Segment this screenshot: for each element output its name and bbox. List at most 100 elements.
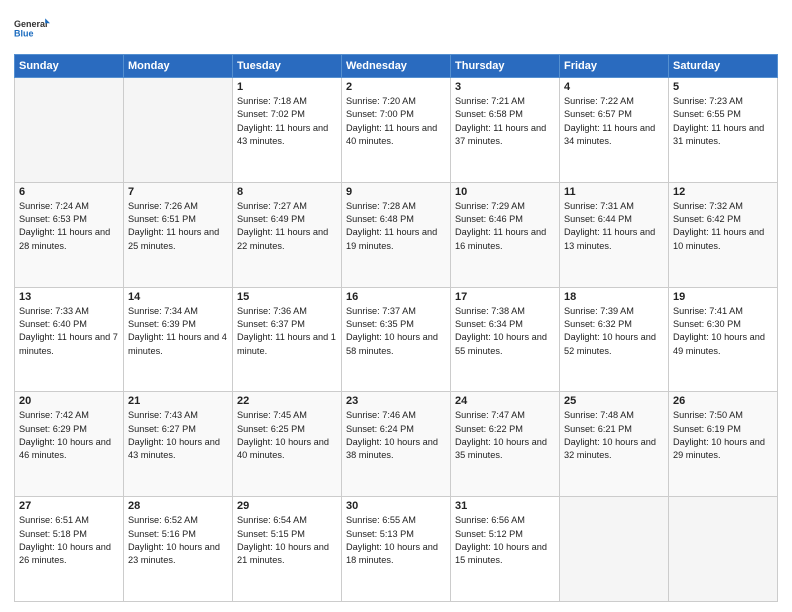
day-info: Sunrise: 7:29 AMSunset: 6:46 PMDaylight:… [455, 200, 555, 253]
calendar-week-row: 20 Sunrise: 7:42 AMSunset: 6:29 PMDayligh… [15, 392, 778, 497]
day-number: 1 [237, 81, 337, 93]
weekday-header: Wednesday [342, 55, 451, 78]
day-number: 13 [19, 291, 119, 303]
calendar-table: SundayMondayTuesdayWednesdayThursdayFrid… [14, 54, 778, 602]
calendar-day-cell: 9 Sunrise: 7:28 AMSunset: 6:48 PMDaylight… [342, 182, 451, 287]
day-number: 30 [346, 500, 446, 512]
weekday-header: Friday [560, 55, 669, 78]
day-number: 2 [346, 81, 446, 93]
calendar-day-cell: 17Sunrise: 7:38 AMSunset: 6:34 PMDayligh… [451, 287, 560, 392]
calendar-day-cell: 21 Sunrise: 7:43 AMSunset: 6:27 PMDayligh… [124, 392, 233, 497]
day-number: 9 [346, 186, 446, 198]
weekday-header: Tuesday [233, 55, 342, 78]
calendar-day-cell: 30 Sunrise: 6:55 AMSunset: 5:13 PMDayligh… [342, 497, 451, 602]
calendar-day-cell: 20 Sunrise: 7:42 AMSunset: 6:29 PMDayligh… [15, 392, 124, 497]
svg-text:Blue: Blue [14, 28, 34, 38]
day-number: 31 [455, 500, 555, 512]
day-number: 21 [128, 395, 228, 407]
calendar-day-cell: 16Sunrise: 7:37 AMSunset: 6:35 PMDayligh… [342, 287, 451, 392]
calendar-day-cell: 13Sunrise: 7:33 AMSunset: 6:40 PMDayligh… [15, 287, 124, 392]
calendar-day-cell [669, 497, 778, 602]
day-number: 4 [564, 81, 664, 93]
calendar-day-cell: 19 Sunrise: 7:41 AMSunset: 6:30 PMDayligh… [669, 287, 778, 392]
day-number: 3 [455, 81, 555, 93]
day-info: Sunrise: 7:37 AMSunset: 6:35 PMDaylight:… [346, 305, 446, 358]
day-info: Sunrise: 6:56 AMSunset: 5:12 PMDaylight:… [455, 514, 555, 567]
day-info: Sunrise: 7:48 AMSunset: 6:21 PMDaylight:… [564, 409, 664, 462]
day-number: 7 [128, 186, 228, 198]
calendar-week-row: 27Sunrise: 6:51 AMSunset: 5:18 PMDayligh… [15, 497, 778, 602]
day-info: Sunrise: 7:36 AMSunset: 6:37 PMDaylight:… [237, 305, 337, 358]
day-info: Sunrise: 7:41 AMSunset: 6:30 PMDaylight:… [673, 305, 773, 358]
day-info: Sunrise: 7:42 AMSunset: 6:29 PMDaylight:… [19, 409, 119, 462]
calendar-day-cell: 12 Sunrise: 7:32 AMSunset: 6:42 PMDayligh… [669, 182, 778, 287]
day-number: 29 [237, 500, 337, 512]
day-info: Sunrise: 7:32 AMSunset: 6:42 PMDaylight:… [673, 200, 773, 253]
day-info: Sunrise: 7:22 AMSunset: 6:57 PMDaylight:… [564, 95, 664, 148]
calendar-day-cell: 1 Sunrise: 7:18 AMSunset: 7:02 PMDaylight… [233, 78, 342, 183]
day-number: 20 [19, 395, 119, 407]
day-info: Sunrise: 7:26 AMSunset: 6:51 PMDaylight:… [128, 200, 228, 253]
day-info: Sunrise: 7:18 AMSunset: 7:02 PMDaylight:… [237, 95, 337, 148]
day-number: 15 [237, 291, 337, 303]
calendar-day-cell: 28 Sunrise: 6:52 AMSunset: 5:16 PMDayligh… [124, 497, 233, 602]
day-info: Sunrise: 7:23 AMSunset: 6:55 PMDaylight:… [673, 95, 773, 148]
calendar-week-row: 1 Sunrise: 7:18 AMSunset: 7:02 PMDaylight… [15, 78, 778, 183]
day-info: Sunrise: 7:46 AMSunset: 6:24 PMDaylight:… [346, 409, 446, 462]
calendar-week-row: 13Sunrise: 7:33 AMSunset: 6:40 PMDayligh… [15, 287, 778, 392]
calendar-day-cell: 26 Sunrise: 7:50 AMSunset: 6:19 PMDayligh… [669, 392, 778, 497]
day-number: 22 [237, 395, 337, 407]
weekday-header: Sunday [15, 55, 124, 78]
day-info: Sunrise: 7:45 AMSunset: 6:25 PMDaylight:… [237, 409, 337, 462]
day-number: 23 [346, 395, 446, 407]
day-number: 24 [455, 395, 555, 407]
weekday-header: Monday [124, 55, 233, 78]
calendar-day-cell: 2 Sunrise: 7:20 AMSunset: 7:00 PMDaylight… [342, 78, 451, 183]
day-info: Sunrise: 7:20 AMSunset: 7:00 PMDaylight:… [346, 95, 446, 148]
day-info: Sunrise: 7:24 AMSunset: 6:53 PMDaylight:… [19, 200, 119, 253]
calendar-day-cell: 18 Sunrise: 7:39 AMSunset: 6:32 PMDayligh… [560, 287, 669, 392]
calendar-day-cell: 10 Sunrise: 7:29 AMSunset: 6:46 PMDayligh… [451, 182, 560, 287]
calendar-day-cell: 23 Sunrise: 7:46 AMSunset: 6:24 PMDayligh… [342, 392, 451, 497]
day-number: 19 [673, 291, 773, 303]
calendar-day-cell [560, 497, 669, 602]
calendar-week-row: 6 Sunrise: 7:24 AMSunset: 6:53 PMDaylight… [15, 182, 778, 287]
day-number: 6 [19, 186, 119, 198]
day-number: 26 [673, 395, 773, 407]
day-number: 11 [564, 186, 664, 198]
calendar-day-cell: 5 Sunrise: 7:23 AMSunset: 6:55 PMDaylight… [669, 78, 778, 183]
day-number: 5 [673, 81, 773, 93]
day-info: Sunrise: 7:39 AMSunset: 6:32 PMDaylight:… [564, 305, 664, 358]
calendar-day-cell: 15 Sunrise: 7:36 AMSunset: 6:37 PMDayligh… [233, 287, 342, 392]
calendar-day-cell: 29 Sunrise: 6:54 AMSunset: 5:15 PMDayligh… [233, 497, 342, 602]
calendar-day-cell: 27Sunrise: 6:51 AMSunset: 5:18 PMDayligh… [15, 497, 124, 602]
logo-svg: General Blue [14, 10, 50, 46]
day-number: 14 [128, 291, 228, 303]
page: General Blue SundayMondayTuesdayWednesda… [0, 0, 792, 612]
calendar-day-cell: 25Sunrise: 7:48 AMSunset: 6:21 PMDayligh… [560, 392, 669, 497]
calendar-day-cell: 22 Sunrise: 7:45 AMSunset: 6:25 PMDayligh… [233, 392, 342, 497]
day-info: Sunrise: 7:34 AMSunset: 6:39 PMDaylight:… [128, 305, 228, 358]
day-info: Sunrise: 7:50 AMSunset: 6:19 PMDaylight:… [673, 409, 773, 462]
calendar-day-cell: 11Sunrise: 7:31 AMSunset: 6:44 PMDayligh… [560, 182, 669, 287]
day-number: 28 [128, 500, 228, 512]
day-number: 10 [455, 186, 555, 198]
day-info: Sunrise: 6:52 AMSunset: 5:16 PMDaylight:… [128, 514, 228, 567]
logo: General Blue [14, 10, 50, 46]
day-info: Sunrise: 6:55 AMSunset: 5:13 PMDaylight:… [346, 514, 446, 567]
day-info: Sunrise: 6:54 AMSunset: 5:15 PMDaylight:… [237, 514, 337, 567]
day-number: 17 [455, 291, 555, 303]
day-number: 27 [19, 500, 119, 512]
day-info: Sunrise: 7:28 AMSunset: 6:48 PMDaylight:… [346, 200, 446, 253]
calendar-day-cell: 24Sunrise: 7:47 AMSunset: 6:22 PMDayligh… [451, 392, 560, 497]
calendar-day-cell: 6 Sunrise: 7:24 AMSunset: 6:53 PMDaylight… [15, 182, 124, 287]
day-number: 18 [564, 291, 664, 303]
day-number: 12 [673, 186, 773, 198]
day-info: Sunrise: 7:27 AMSunset: 6:49 PMDaylight:… [237, 200, 337, 253]
day-number: 8 [237, 186, 337, 198]
day-info: Sunrise: 7:21 AMSunset: 6:58 PMDaylight:… [455, 95, 555, 148]
calendar-day-cell [124, 78, 233, 183]
calendar-day-cell: 4 Sunrise: 7:22 AMSunset: 6:57 PMDaylight… [560, 78, 669, 183]
calendar-header-row: SundayMondayTuesdayWednesdayThursdayFrid… [15, 55, 778, 78]
day-info: Sunrise: 7:43 AMSunset: 6:27 PMDaylight:… [128, 409, 228, 462]
